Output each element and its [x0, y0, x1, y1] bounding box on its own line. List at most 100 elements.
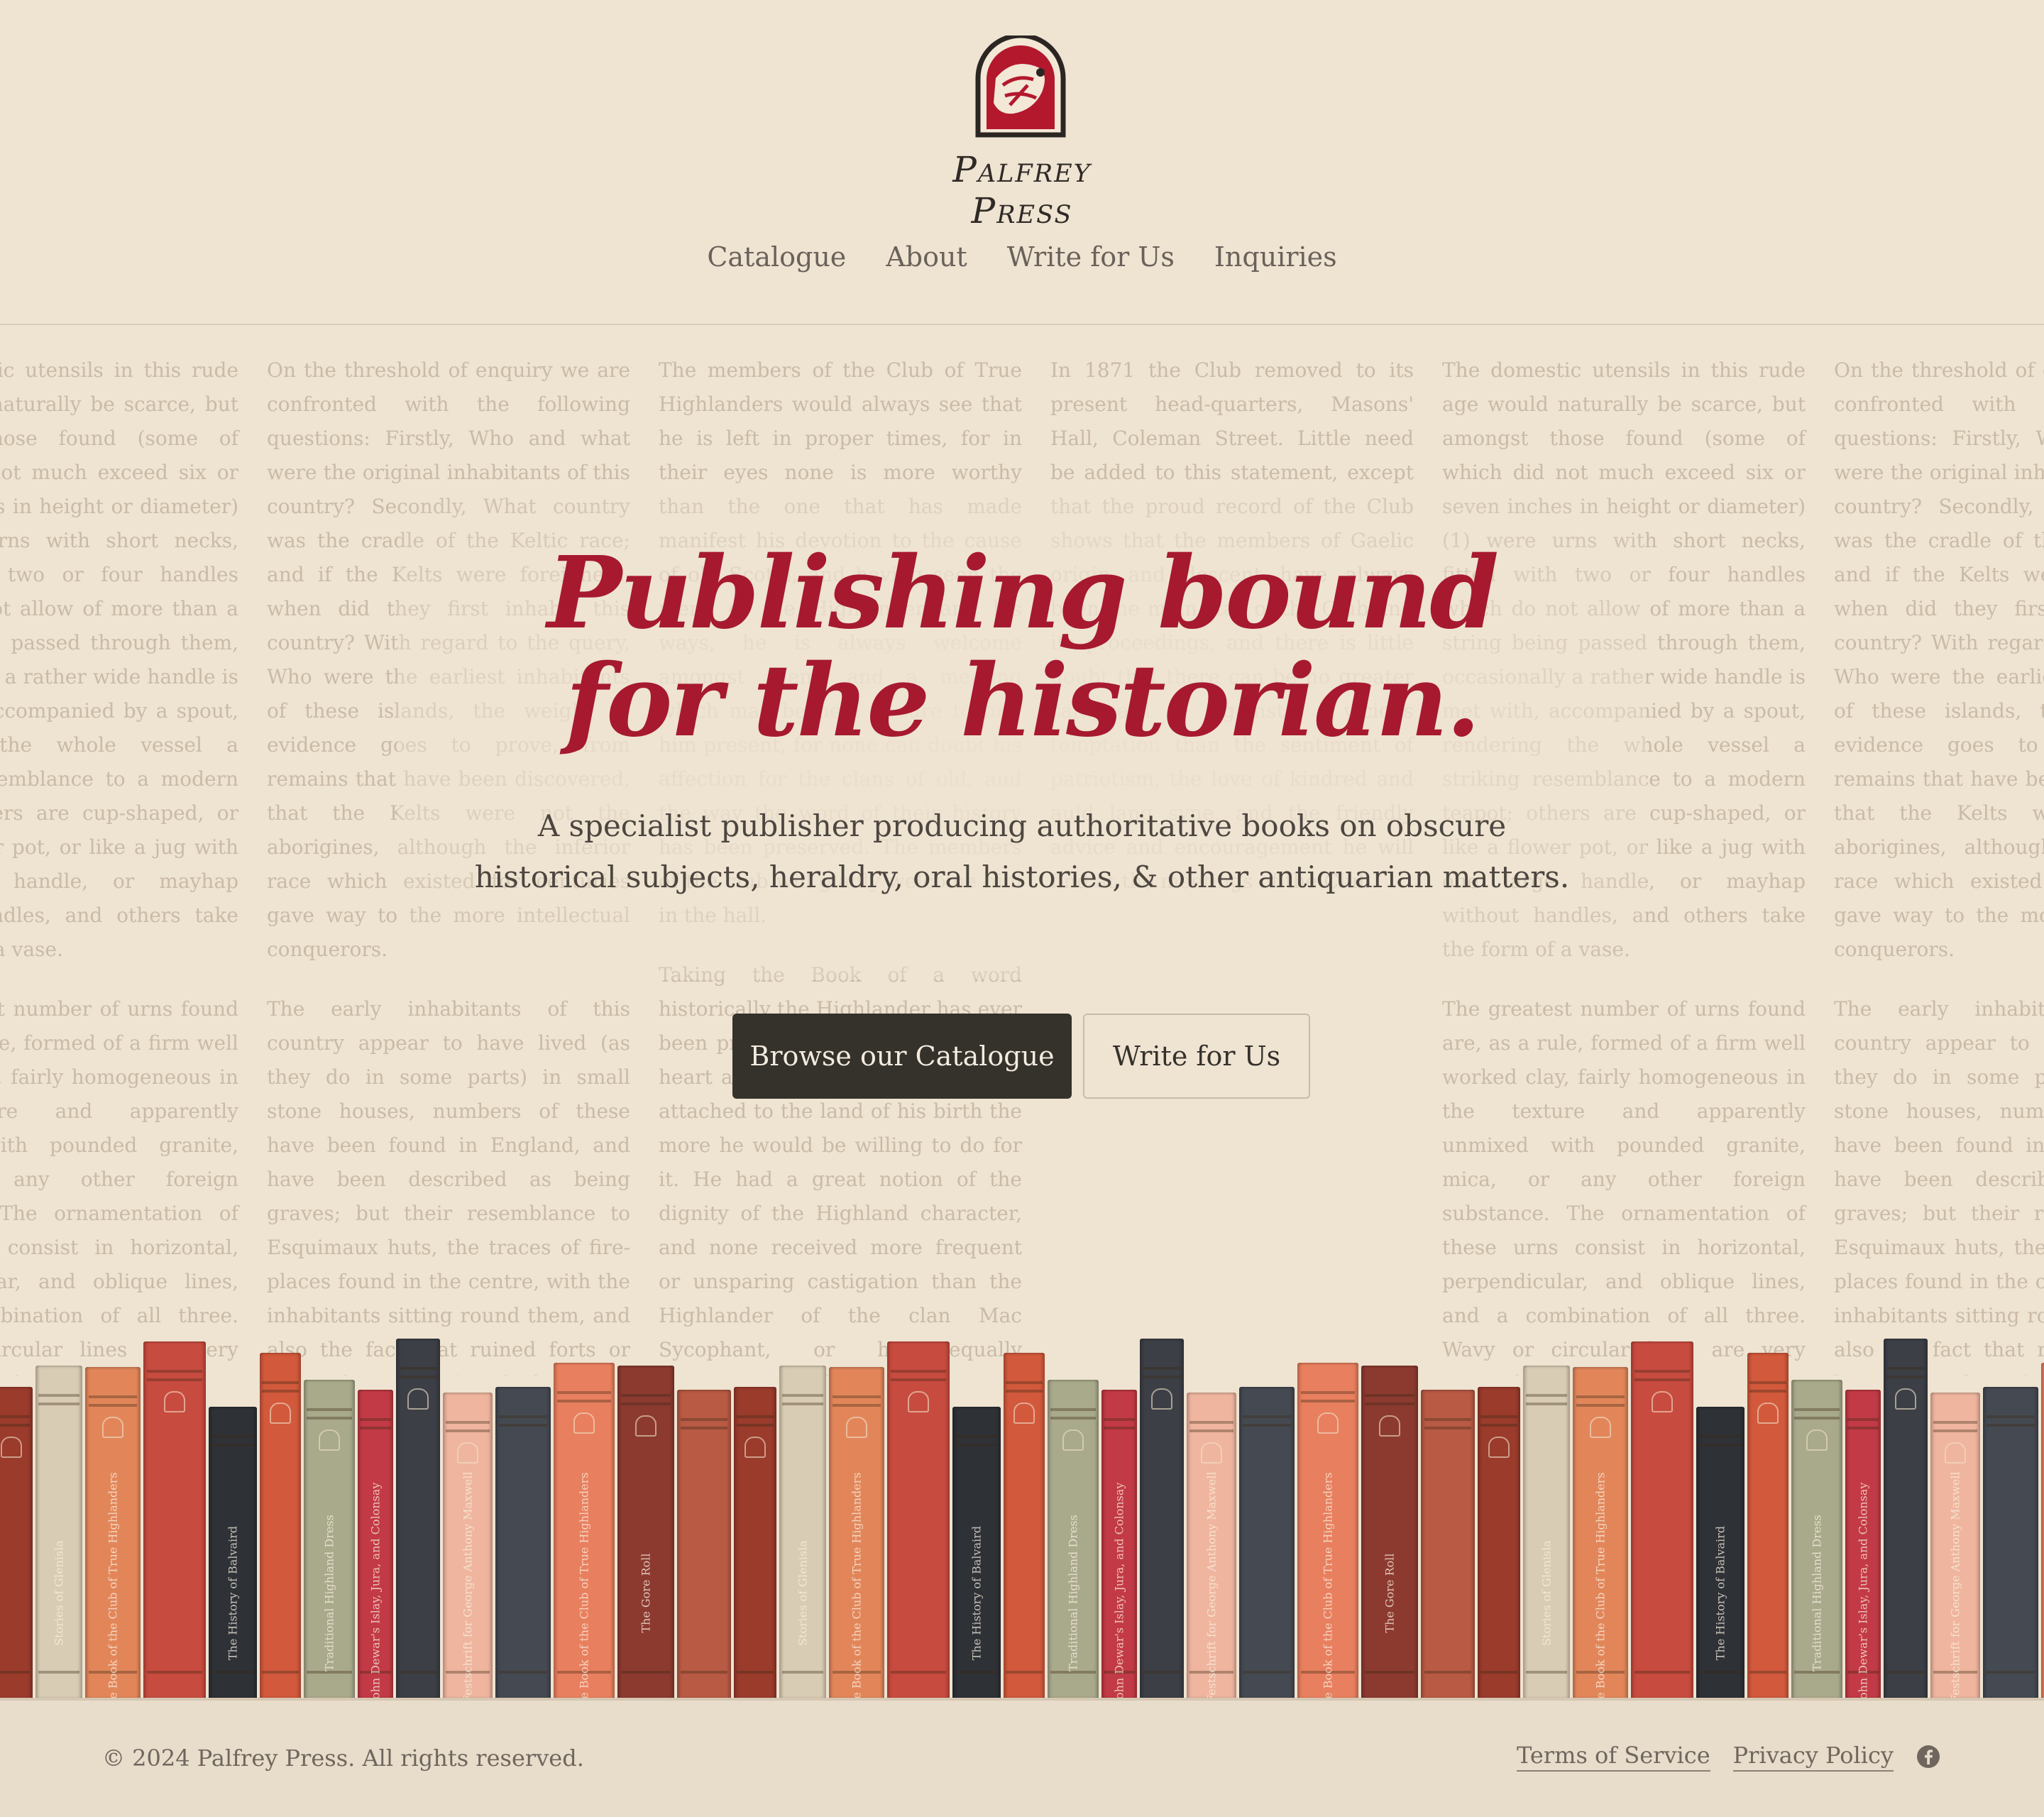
spine-band [88, 1395, 138, 1398]
spine-band [398, 1367, 438, 1370]
spine-band [446, 1421, 490, 1424]
spine-band [1886, 1671, 1925, 1674]
book-spine: The History of Balvaird [1696, 1407, 1744, 1699]
hero-title: Publishing bound for the historian. [454, 539, 1590, 755]
book-spine [0, 1387, 33, 1699]
book-spine: The History of Balvaird [209, 1407, 257, 1699]
spine-title: Stories of Glenisla [796, 1540, 810, 1646]
book-spine [1983, 1387, 2038, 1699]
book-spine [1747, 1353, 1788, 1699]
spine-band [1699, 1435, 1742, 1438]
book-spine: The Gore Roll [617, 1366, 674, 1699]
nav-catalogue[interactable]: Catalogue [707, 241, 846, 273]
spine-band [1749, 1671, 1786, 1674]
spine-band [1525, 1671, 1568, 1674]
spine-band [1933, 1421, 1977, 1424]
spine-emblem-icon [1013, 1402, 1035, 1424]
spine-band [1242, 1415, 1292, 1418]
site-header: Palfrey Press Catalogue About Write for … [0, 0, 2044, 325]
spine-band [498, 1424, 548, 1427]
spine-emblem-icon [407, 1388, 429, 1410]
brand-logo[interactable]: Palfrey Press [900, 35, 1144, 231]
write-for-us-button[interactable]: Write for Us [1083, 1014, 1310, 1099]
column-paragraph: On the threshold of enquiry we are confr… [1834, 358, 2044, 961]
book-spine: The Book of the Club of True Highlanders [85, 1367, 141, 1699]
spine-band [620, 1671, 671, 1674]
terms-of-service-link[interactable]: Terms of Service [1517, 1742, 1710, 1772]
nav-about[interactable]: About [886, 241, 967, 273]
nav-inquiries[interactable]: Inquiries [1214, 241, 1337, 273]
bookshelf-image: Stories of Glenisla The Book of the Club … [0, 1327, 2044, 1699]
spine-band [307, 1417, 352, 1420]
spine-band [1301, 1400, 1355, 1402]
spine-band [1301, 1391, 1355, 1394]
spine-title: The Book of the Club of True Highlanders [577, 1472, 591, 1699]
book-spine [1004, 1353, 1045, 1699]
book-spine: A Festschrift for George Anthony Maxwell [1930, 1393, 1980, 1699]
spine-band [147, 1378, 202, 1381]
spine-title: The History of Balvaird [226, 1525, 240, 1661]
book-spine: Stories of Glenisla [35, 1366, 82, 1699]
spine-band [680, 1418, 728, 1421]
spine-band [781, 1671, 824, 1674]
text-column: On the threshold of enquiry we are confr… [1834, 353, 2044, 1376]
spine-band [498, 1415, 548, 1418]
spine-band [955, 1435, 998, 1438]
spine-title: A Festschrift for George Anthony Maxwell [1948, 1471, 1962, 1699]
spine-band [211, 1435, 254, 1438]
book-spine [1140, 1339, 1184, 1699]
site-footer: © 2024 Palfrey Press. All rights reserve… [0, 1701, 2044, 1817]
hero-title-line-2: for the historian. [565, 643, 1480, 759]
facebook-icon[interactable] [1916, 1745, 1940, 1769]
nav-write-for-us[interactable]: Write for Us [1007, 241, 1175, 273]
spine-band [955, 1671, 998, 1674]
column-paragraph: The domestic utensils in this rude age w… [0, 358, 238, 961]
palfrey-press-logo-icon [975, 35, 1066, 138]
hero-title-line-1: Publishing bound [546, 535, 1499, 652]
book-spine: Traditional Highland Dress [1048, 1380, 1099, 1699]
spine-band [1933, 1429, 1977, 1432]
spine-band [1050, 1408, 1096, 1411]
book-spine: The Gore Roll [1361, 1366, 1418, 1699]
spine-band [1480, 1415, 1518, 1418]
spine-band [88, 1404, 138, 1407]
book-spine [887, 1341, 950, 1699]
book-spine: Traditional Highland Dress [304, 1380, 355, 1699]
spine-band [147, 1671, 202, 1674]
spine-band [680, 1671, 728, 1674]
spine-band [1364, 1402, 1415, 1405]
spine-emblem-icon [1806, 1429, 1828, 1451]
book-spine: The Book of the Club of True Highlanders [1573, 1367, 1628, 1699]
spine-emblem-icon [270, 1402, 291, 1424]
spine-band [1525, 1402, 1568, 1405]
privacy-policy-link[interactable]: Privacy Policy [1732, 1742, 1894, 1772]
hero-subtitle-line-1: A specialist publisher producing authori… [537, 808, 1507, 843]
spine-band [1794, 1417, 1840, 1420]
spine-emblem-icon [573, 1412, 595, 1434]
spine-title: The History of Balvaird [1713, 1525, 1727, 1661]
column-paragraph: The early inhabitants of this country ap… [1834, 997, 2044, 1376]
spine-band [1050, 1417, 1096, 1420]
spine-band [360, 1427, 391, 1429]
spine-band [891, 1671, 946, 1674]
book-spine: The Book of the Club of True Highlanders [829, 1367, 884, 1699]
spine-band [1189, 1421, 1233, 1424]
spine-band [1364, 1671, 1415, 1674]
book-spine: A Festschrift for George Anthony Maxwell [1187, 1393, 1236, 1699]
spine-band [262, 1671, 299, 1674]
spine-emblem-icon [319, 1429, 340, 1451]
spine-band [262, 1381, 299, 1384]
spine-band [1886, 1367, 1925, 1370]
spine-emblem-icon [1590, 1417, 1611, 1438]
spine-band [38, 1671, 80, 1674]
spine-title: John Dewar's Islay, Jura, and Colonsay [368, 1482, 383, 1699]
book-spine: Stories of Glenisla [1523, 1366, 1570, 1699]
browse-catalogue-button[interactable]: Browse our Catalogue [732, 1014, 1072, 1099]
spine-band [891, 1378, 946, 1381]
spine-emblem-icon [457, 1442, 478, 1464]
spine-band [1634, 1671, 1690, 1674]
spine-band [1006, 1390, 1043, 1393]
spine-band [147, 1370, 202, 1373]
spine-band [1749, 1390, 1786, 1393]
book-spine: The Book of the Club of True Highlanders [2041, 1363, 2044, 1699]
